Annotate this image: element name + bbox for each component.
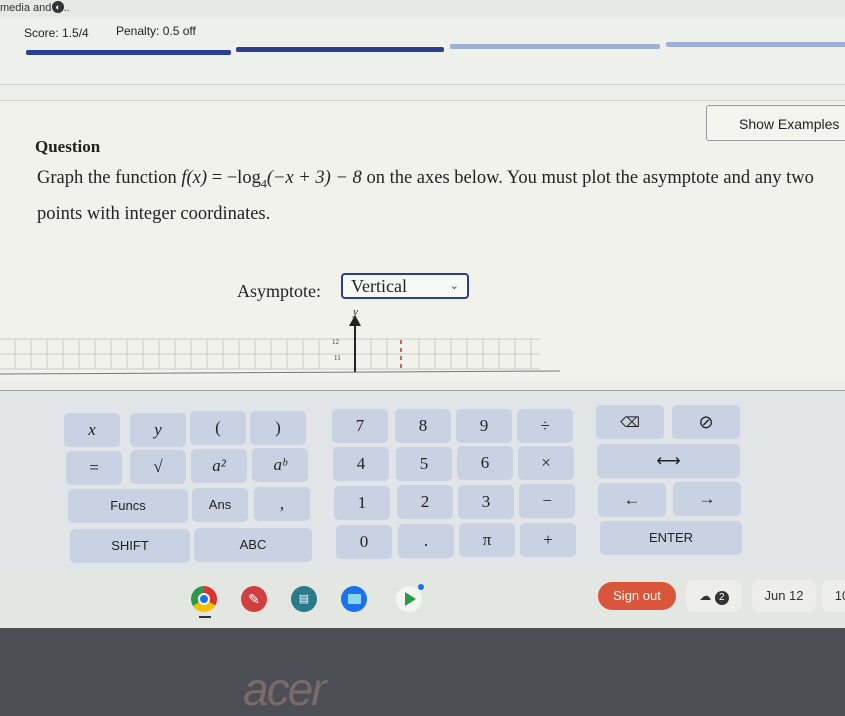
play-store-icon[interactable] [396,584,424,612]
files-icon[interactable] [341,586,367,612]
date-display[interactable]: Jun 12 [752,580,816,612]
key-ans[interactable]: Ans [192,488,248,522]
key-7[interactable]: 7 [332,409,388,443]
left-right-arrow-icon: ⟷ [656,451,681,470]
question-content: Show Examples Question Graph the functio… [0,100,845,381]
graph-svg[interactable]: y 12 11 [0,306,560,381]
key-3[interactable]: 3 [458,485,514,519]
score-label: Score: 1.5/4 [24,26,89,40]
key-abc[interactable]: ABC [194,528,312,562]
problem-text-before: Graph the function [37,168,182,188]
grid [0,338,540,370]
time-display[interactable]: 10 [822,580,845,612]
problem-statement: Graph the function f(x) = −log4(−x + 3) … [37,163,827,229]
progress-segment-4 [666,42,845,47]
clear-icon: ⊘ [698,412,714,432]
chrome-icon[interactable] [191,586,217,612]
function-arg: (−x + 3) − 8 [266,168,362,188]
key-left-paren[interactable]: ( [190,411,246,445]
canvas-paint-icon[interactable]: ✎ [241,586,267,612]
key-a-power-b[interactable]: aᵇ [252,448,308,482]
sign-out-button[interactable]: Sign out [598,582,676,610]
arrow-right-icon: → [698,489,716,508]
browser-tab-bar: media and a... ◐ [0,0,845,19]
progress-segment-1 [26,50,231,55]
key-9[interactable]: 9 [456,409,512,443]
chevron-down-icon: ⌄ [449,280,459,292]
key-8[interactable]: 8 [395,409,451,443]
screencast-icon[interactable]: ▤ [291,586,317,612]
key-decimal[interactable]: . [398,524,454,558]
globe-icon: ◐ [52,1,64,13]
key-right-paren[interactable]: ) [250,411,306,445]
graph-area[interactable]: y 12 11 [0,306,560,381]
key-pi[interactable]: π [459,523,515,557]
progress-segment-3 [450,44,660,49]
score-panel: Score: 1.5/4 Penalty: 0.5 off [0,18,845,85]
backspace-icon: ⌫ [620,414,640,430]
notification-badge: 2 [714,591,729,605]
screen: media and a... ◐ Score: 1.5/4 Penalty: 0… [0,0,845,628]
key-a-squared[interactable]: a² [191,449,247,483]
key-plus[interactable]: + [520,523,576,557]
asymptote-label: Asymptote: [237,281,321,301]
key-funcs[interactable]: Funcs [68,489,188,523]
arrow-left-icon: ← [623,490,641,509]
key-enter[interactable]: ENTER [600,521,742,555]
graph-bottom-edge [0,370,560,375]
key-shift[interactable]: SHIFT [70,529,190,563]
key-cursor-right[interactable]: → [673,482,741,516]
key-multiply[interactable]: × [518,446,574,480]
score-progress [26,42,845,55]
key-5[interactable]: 5 [396,447,452,481]
math-keyboard: x y ( ) 7 8 9 ÷ ⌫ ⊘ = √ a² aᵇ 4 5 6 × ⟷ … [0,390,845,581]
active-app-indicator [199,616,211,618]
key-x[interactable]: x [64,413,120,447]
chromeos-shelf: ✎ ▤ Sign out ☁ 2 Jun 12 10 [0,572,845,628]
key-comma[interactable]: , [254,487,310,521]
key-2[interactable]: 2 [397,485,453,519]
y-axis-label: y [352,306,358,318]
penalty-label: Penalty: 0.5 off [116,24,196,38]
function-lhs: f(x) [181,168,208,188]
key-0[interactable]: 0 [336,525,392,559]
show-examples-button[interactable]: Show Examples [706,105,845,141]
asymptote-select[interactable]: Vertical ⌄ [341,273,469,299]
key-equals[interactable]: = [66,451,122,485]
status-area[interactable]: ☁ 2 [686,580,742,612]
key-backspace[interactable]: ⌫ [596,405,664,439]
key-6[interactable]: 6 [457,446,513,480]
key-clear[interactable]: ⊘ [672,405,740,439]
cloud-icon: ☁ [699,589,712,603]
function-rhs: = −log [207,168,261,188]
question-heading: Question [35,137,101,156]
key-minus[interactable]: − [519,484,575,518]
key-divide[interactable]: ÷ [517,409,573,443]
progress-segment-2 [236,47,444,52]
acer-logo: acer [243,663,326,715]
y-tick-11: 11 [334,354,341,362]
y-tick-12: 12 [332,338,340,346]
key-1[interactable]: 1 [334,486,390,520]
key-sqrt[interactable]: √ [130,450,186,484]
key-left-right[interactable]: ⟷ [597,444,740,478]
key-4[interactable]: 4 [333,447,389,481]
key-y[interactable]: y [130,413,186,447]
key-cursor-left[interactable]: ← [598,483,666,517]
asymptote-value: Vertical [351,276,407,296]
